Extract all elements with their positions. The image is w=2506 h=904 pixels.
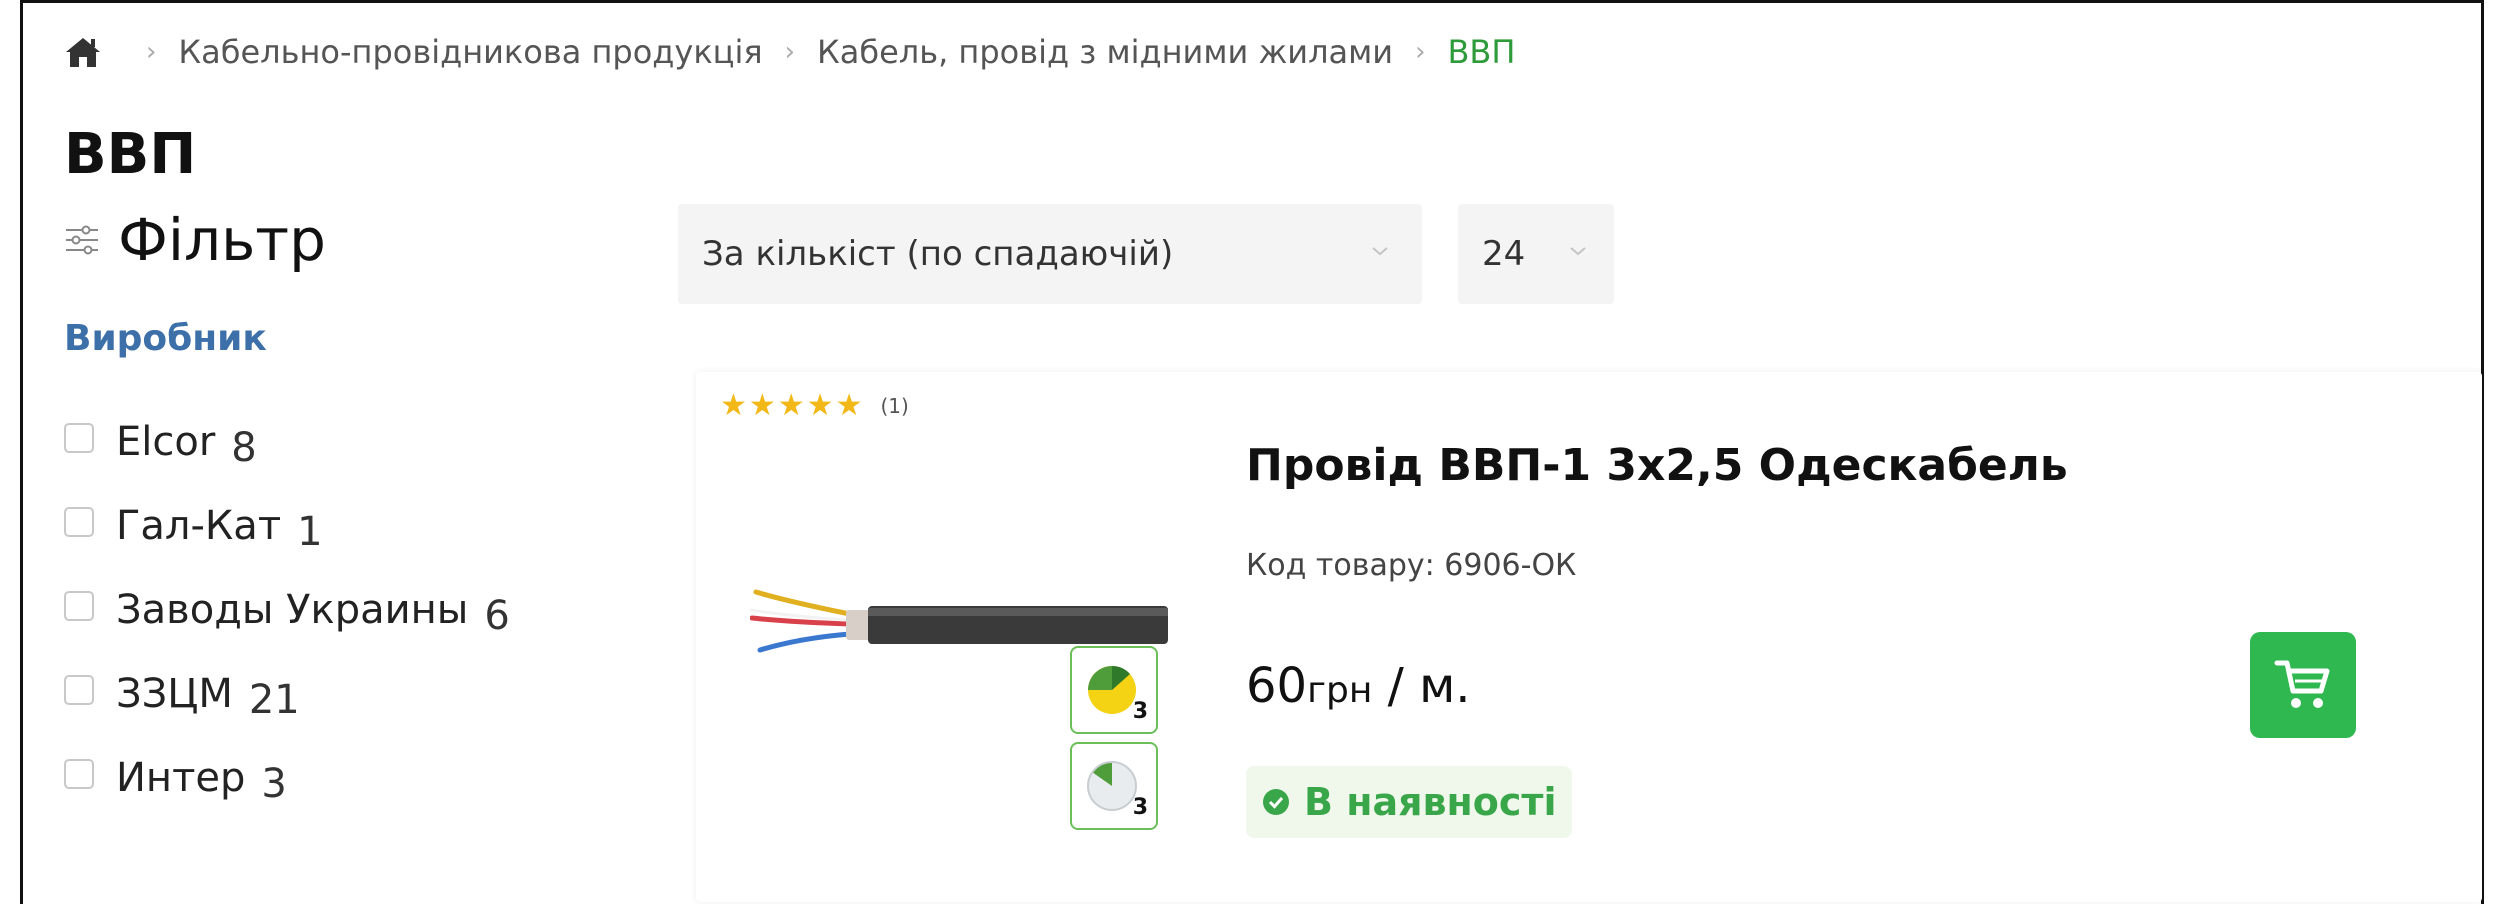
manufacturer-checkbox[interactable] (64, 507, 94, 537)
page-title: ВВП (64, 122, 197, 187)
manufacturer-count: 1 (297, 509, 323, 555)
breadcrumb-separator: › (784, 37, 795, 67)
manufacturer-checkbox[interactable] (64, 759, 94, 789)
breadcrumb-separator: › (1415, 37, 1426, 67)
manufacturer-count: 3 (261, 761, 287, 807)
home-icon[interactable] (64, 35, 102, 69)
manufacturer-checkbox[interactable] (64, 591, 94, 621)
product-rating[interactable]: ★★★★★ (1) (720, 388, 909, 423)
manufacturer-checkbox[interactable] (64, 423, 94, 453)
cart-icon (2274, 660, 2330, 708)
chevron-down-icon (1372, 247, 1388, 256)
breadcrumb-item-copper-cable[interactable]: Кабель, провід з мідними жилами (817, 33, 1393, 71)
manufacturer-item[interactable]: Гал-Кат 1 (64, 484, 510, 568)
stock-status-badge: В наявності (1246, 766, 1573, 838)
manufacturer-item[interactable]: Elcor 8 (64, 400, 510, 484)
manufacturer-name: Elcor (116, 419, 216, 465)
check-circle-icon (1263, 789, 1289, 815)
price-currency: грн (1307, 670, 1373, 711)
manufacturer-count: 21 (248, 677, 300, 723)
manufacturer-name: Заводы Украины (116, 587, 469, 633)
rating-count: (1) (880, 393, 909, 418)
price-value: 60 (1246, 658, 1308, 714)
manufacturer-list: Elcor 8 Гал-Кат 1 Заводы Украины 6 ЗЗЦМ … (64, 400, 510, 820)
filter-sliders-icon (66, 225, 98, 255)
product-feature-badge: 3 (1070, 646, 1158, 734)
sort-select-value: За кількіст (по спадаючій) (702, 234, 1174, 274)
manufacturer-item[interactable]: Заводы Украины 6 (64, 568, 510, 652)
product-price: 60грн / м. (1246, 658, 1471, 714)
badge-number: 3 (1132, 795, 1148, 820)
breadcrumb: › Кабельно-провідникова продукція › Кабе… (64, 30, 1515, 74)
filter-title: Фільтр (118, 206, 326, 274)
manufacturer-item[interactable]: Интер 3 (64, 736, 510, 820)
manufacturer-checkbox[interactable] (64, 675, 94, 705)
product-name[interactable]: Провід ВВП-1 3х2,5 Одескабель (1246, 440, 2068, 491)
sort-select[interactable]: За кількіст (по спадаючій) (678, 204, 1422, 304)
manufacturer-name: Интер (116, 755, 246, 801)
chevron-down-icon (1570, 247, 1586, 256)
badge-number: 3 (1132, 699, 1148, 724)
stock-status-text: В наявності (1304, 780, 1557, 824)
breadcrumb-current: ВВП (1447, 33, 1516, 71)
manufacturer-count: 6 (484, 593, 510, 639)
filter-toggle[interactable]: Фільтр (64, 206, 326, 274)
product-card: ★★★★★ (1) 3 3 Провід ВВП-1 3х2,5 Одескаб… (696, 372, 2482, 902)
per-page-select[interactable]: 24 (1458, 204, 1614, 304)
breadcrumb-item-cable-products[interactable]: Кабельно-провідникова продукція (178, 33, 762, 71)
product-feature-badge: 3 (1070, 742, 1158, 830)
rating-stars: ★★★★★ (720, 388, 865, 423)
manufacturer-item[interactable]: ЗЗЦМ 21 (64, 652, 510, 736)
manufacturer-section-title: Виробник (64, 318, 267, 359)
manufacturer-name: ЗЗЦМ (116, 671, 233, 717)
manufacturer-count: 8 (231, 425, 257, 471)
price-per-unit: / м. (1372, 658, 1471, 714)
product-sku: Код товару: 6906-ОК (1246, 548, 1577, 583)
add-to-cart-button[interactable] (2250, 632, 2356, 738)
manufacturer-name: Гал-Кат (116, 503, 282, 549)
per-page-select-value: 24 (1482, 234, 1526, 274)
breadcrumb-separator: › (146, 37, 157, 67)
